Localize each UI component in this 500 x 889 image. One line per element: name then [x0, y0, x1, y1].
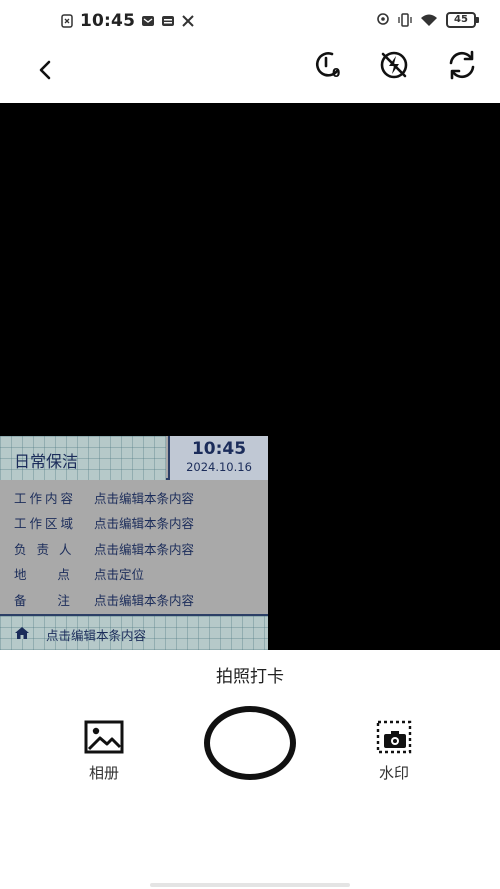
mode-caption: 拍照打卡 — [216, 667, 284, 687]
sim-card-icon — [61, 14, 73, 28]
watermark-row-area[interactable]: 工作区域 点击编辑本条内容 — [14, 513, 194, 533]
status-bar: 10:45 45 — [0, 0, 500, 42]
watermark-row-location[interactable]: 地 点 点击定位 — [14, 564, 144, 584]
location-icon — [377, 13, 389, 25]
row-label: 地 点 — [14, 567, 73, 582]
watermark-footer-text: 点击编辑本条内容 — [46, 628, 147, 643]
camera-toolbar: 0 — [0, 42, 500, 102]
watermark-title-box: 日常保洁 — [0, 436, 166, 480]
row-label: 工作区域 — [14, 516, 77, 531]
back-arrow-icon[interactable] — [30, 50, 62, 90]
watermark-button[interactable]: 水印 — [364, 720, 424, 782]
watermark-card[interactable]: 日常保洁 10:45 2024.10.16 工作内容 点击编辑本条内容 工作区域… — [0, 436, 268, 650]
card-icon — [162, 16, 175, 26]
row-value: 点击编辑本条内容 — [94, 593, 195, 608]
image-icon — [84, 720, 124, 754]
flash-off-icon — [380, 51, 408, 79]
battery-indicator: 45 — [446, 12, 479, 28]
watermark-camera-icon — [376, 720, 412, 754]
watermark-row-note[interactable]: 备 注 点击编辑本条内容 — [14, 590, 194, 610]
home-indicator[interactable] — [150, 883, 350, 887]
row-value: 点击编辑本条内容 — [94, 542, 195, 557]
message-icon — [142, 16, 155, 26]
row-value: 点击编辑本条内容 — [94, 491, 195, 506]
shutter-button[interactable] — [204, 706, 296, 780]
watermark-rows: 工作内容 点击编辑本条内容 工作区域 点击编辑本条内容 负 责 人 点击编辑本条… — [0, 482, 268, 614]
watermark-row-person[interactable]: 负 责 人 点击编辑本条内容 — [14, 539, 194, 559]
vibrate-icon — [398, 13, 412, 27]
watermark-time-box: 10:45 2024.10.16 — [168, 436, 268, 480]
flash-toggle-button[interactable] — [374, 45, 414, 85]
album-button[interactable]: 相册 — [74, 720, 134, 782]
home-icon — [15, 627, 29, 639]
watermark-footer[interactable]: 点击编辑本条内容 — [0, 614, 268, 650]
tools-icon — [182, 15, 194, 27]
switch-camera-button[interactable] — [442, 45, 482, 85]
album-label: 相册 — [88, 764, 119, 782]
row-label: 负 责 人 — [14, 542, 75, 557]
watermark-date: 2024.10.16 — [186, 460, 252, 474]
row-value: 点击定位 — [94, 567, 145, 582]
row-label: 工作内容 — [14, 491, 77, 506]
watermark-label: 水印 — [378, 764, 409, 782]
timer-icon: 0 — [315, 52, 340, 80]
watermark-title: 日常保洁 — [14, 452, 79, 471]
timer-value: 0 — [332, 66, 340, 80]
switch-camera-icon — [449, 50, 475, 80]
row-label: 备 注 — [14, 593, 73, 608]
watermark-header: 日常保洁 10:45 2024.10.16 — [0, 436, 268, 480]
wifi-icon — [421, 14, 437, 26]
status-time: 10:45 — [80, 11, 136, 31]
row-value: 点击编辑本条内容 — [94, 516, 195, 531]
watermark-time: 10:45 — [191, 439, 247, 459]
watermark-row-content[interactable]: 工作内容 点击编辑本条内容 — [14, 488, 194, 508]
timer-button[interactable]: 0 — [308, 45, 348, 85]
